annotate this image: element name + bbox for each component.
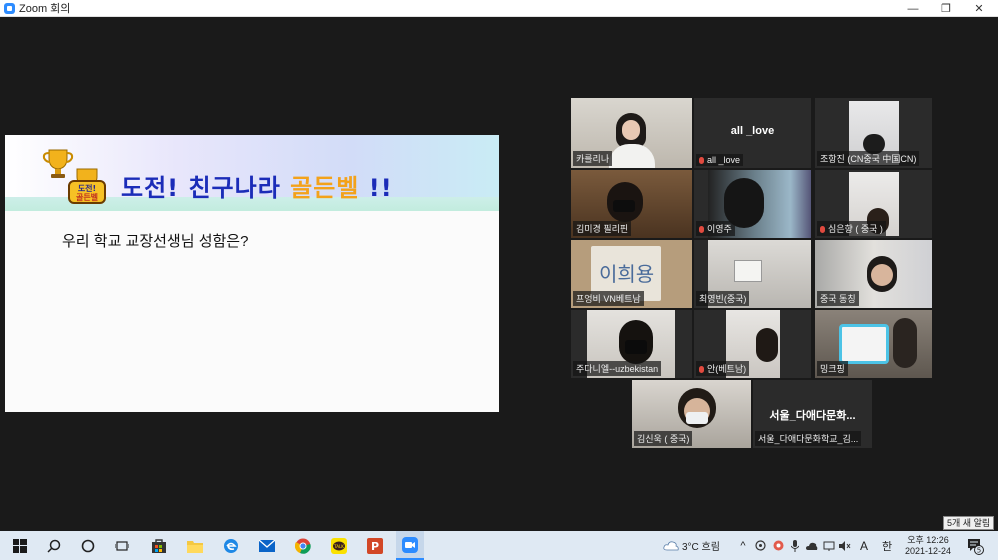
minimize-button[interactable]: — [898, 0, 928, 17]
shared-screen: 도전! 골든벨 도전! 친구나라 골든벨 !! 우리 학교 교장선생님 성함은? [5, 135, 499, 412]
clock-date: 2021-12-24 [904, 545, 952, 556]
volume-icon[interactable] [838, 531, 852, 560]
participant-display-name: all _love [730, 125, 775, 137]
search-icon[interactable] [42, 531, 66, 560]
clock-time: 오후 12:26 [907, 534, 949, 545]
input-mode-indicator[interactable]: A [856, 531, 872, 560]
video-tile[interactable]: 밍크핑 [815, 310, 932, 378]
notification-count: 5 [977, 546, 981, 554]
video-tile[interactable]: 주다니엘--uzbekistan [571, 310, 692, 378]
restore-button[interactable]: ❐ [931, 0, 961, 17]
video-tile[interactable]: 카를리나 [571, 98, 692, 168]
muted-mic-icon [699, 157, 704, 164]
handwritten-name: 이희용 [599, 262, 655, 286]
tray-app-icon[interactable] [752, 531, 768, 560]
kakaotalk-icon[interactable]: TALK [326, 531, 352, 560]
file-explorer-icon[interactable] [182, 531, 208, 560]
ime-korean-indicator[interactable]: 한 [878, 531, 896, 560]
participant-name: 주다니엘--uzbekistan [573, 361, 662, 376]
onedrive-icon[interactable] [804, 531, 820, 560]
video-tile[interactable]: 심은향 ( 중국 ) [815, 170, 932, 238]
edge-icon[interactable] [218, 531, 244, 560]
video-tile[interactable]: 김신욱 ( 중국) [632, 380, 751, 448]
store-icon[interactable] [146, 531, 172, 560]
mail-icon[interactable] [254, 531, 280, 560]
quiz-question: 우리 학교 교장선생님 성함은? [62, 233, 249, 250]
video-tile[interactable]: 중국 동칭 [815, 240, 932, 308]
video-tile[interactable]: 조항진 (CN중국 中国CN) [815, 98, 932, 168]
video-tile[interactable]: all _love all _love [694, 98, 811, 168]
video-tile[interactable]: 최영빈(중국) [694, 240, 811, 308]
participant-name: 심은향 ( 중국 ) [817, 221, 886, 236]
notification-center-icon[interactable]: 5 [962, 531, 988, 560]
quiz-banner: 도전! 골든벨 도전! 친구나라 골든벨 !! [5, 135, 499, 211]
windows-taskbar: TALK P 3°C 흐림 ^ A 한 오후 12:26 2021-12-24 … [0, 531, 998, 560]
video-tile[interactable]: 안(베트남) [694, 310, 811, 378]
cortana-icon[interactable] [76, 531, 100, 560]
participant-name: 중국 동칭 [817, 291, 859, 306]
windows-start-icon[interactable] [8, 531, 32, 560]
svg-text:TALK: TALK [333, 544, 344, 549]
participant-name: 김미경 필리핀 [573, 221, 632, 236]
participant-name: 밍크핑 [817, 361, 848, 376]
participant-name: 김신욱 ( 중국) [634, 431, 693, 446]
muted-mic-icon [820, 226, 825, 233]
powerpoint-icon[interactable]: P [362, 531, 388, 560]
video-tile[interactable]: 서울_다애다문화... 서울_다애다문화학교_김... [753, 380, 872, 448]
video-tile[interactable]: 김미경 필리핀 [571, 170, 692, 238]
banner-title: 도전! 친구나라 골든벨 !! [121, 168, 393, 203]
svg-text:P: P [371, 540, 379, 553]
participant-name: 조항진 (CN중국 中国CN) [817, 151, 920, 166]
chrome-icon[interactable] [290, 531, 316, 560]
window-title: Zoom 회의 [19, 3, 71, 15]
weather-text[interactable]: 3°C 흐림 [682, 531, 732, 560]
notification-tooltip: 5개 새 알림 [943, 516, 995, 530]
zoom-icon[interactable] [396, 531, 424, 560]
network-icon[interactable] [822, 531, 836, 560]
participant-name: 최영빈(중국) [696, 291, 750, 306]
banner-title-gold: 골든벨 [290, 174, 360, 202]
svg-text:골든벨: 골든벨 [76, 192, 98, 202]
participant-name: 서울_다애다문화학교_김... [755, 431, 862, 446]
participant-display-name: 서울_다애다문화... [769, 410, 856, 422]
window-titlebar: Zoom 회의 — ❐ ✕ [0, 0, 998, 17]
participant-name: all _love [696, 154, 744, 166]
banner-title-end: !! [359, 174, 393, 202]
clock[interactable]: 오후 12:26 2021-12-24 [900, 531, 956, 560]
participant-name: 안(베트남) [696, 361, 750, 376]
video-tile[interactable]: 이영주 [694, 170, 811, 238]
muted-mic-icon [699, 226, 704, 233]
muted-mic-icon [699, 366, 704, 373]
tray-chevron-up-icon[interactable]: ^ [736, 531, 750, 560]
participant-name: 카를리나 [573, 151, 613, 166]
tray-camera-icon[interactable] [770, 531, 786, 560]
video-tile[interactable]: 이희용 프엉비 VN베트남 [571, 240, 692, 308]
microphone-icon[interactable] [788, 531, 802, 560]
weather-cloud-icon[interactable] [662, 531, 680, 560]
close-button[interactable]: ✕ [964, 0, 994, 17]
zoom-app-icon [4, 2, 15, 14]
participant-name: 프엉비 VN베트남 [573, 291, 644, 306]
task-view-icon[interactable] [110, 531, 134, 560]
participant-name: 이영주 [696, 221, 735, 236]
svg-text:도전!: 도전! [78, 183, 96, 193]
golden-bell-badge-icon: 도전! 골든벨 [68, 168, 106, 204]
banner-title-main: 도전! 친구나라 [121, 174, 291, 202]
